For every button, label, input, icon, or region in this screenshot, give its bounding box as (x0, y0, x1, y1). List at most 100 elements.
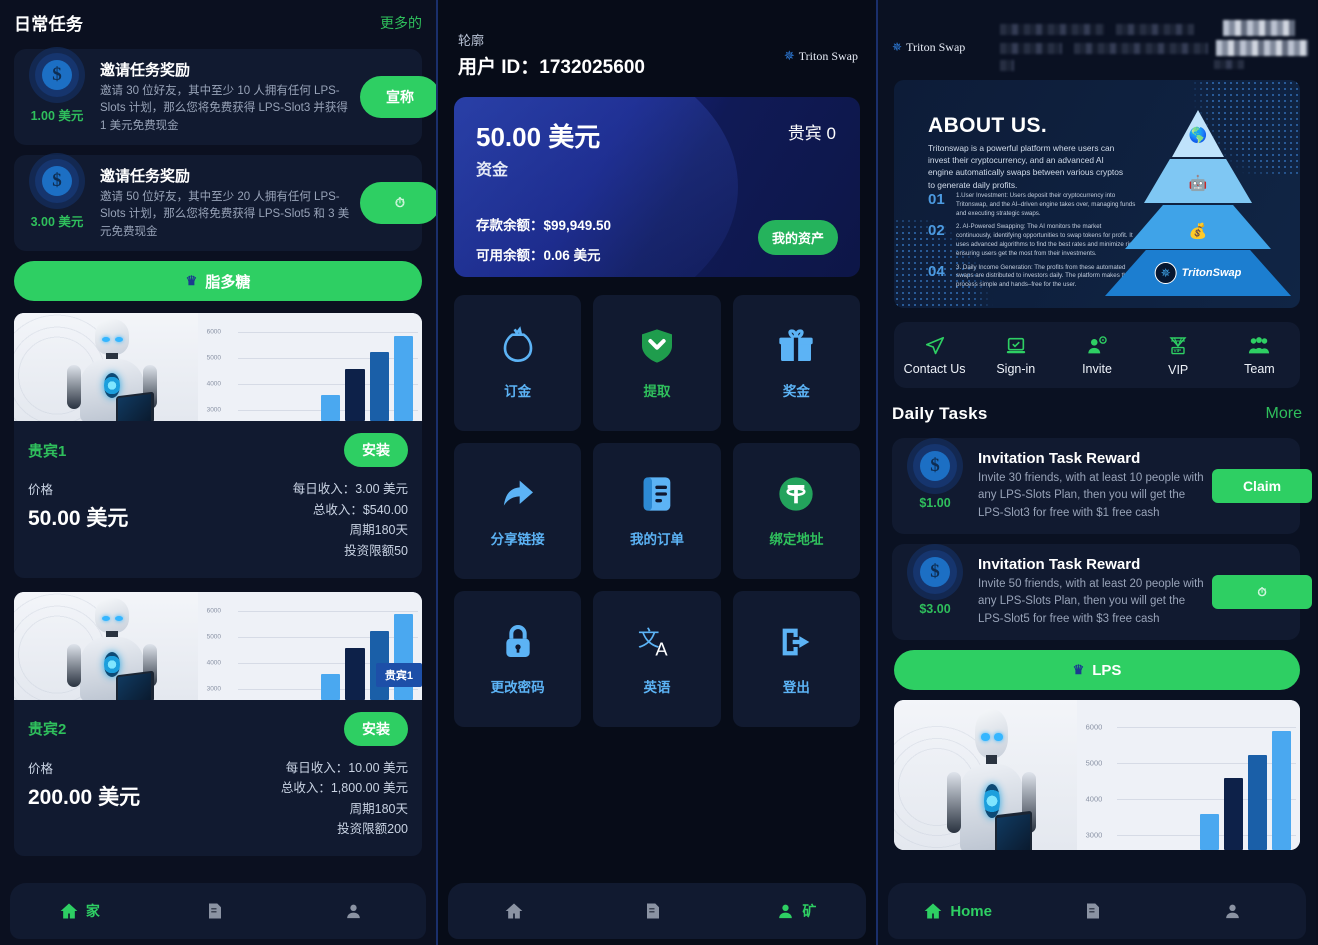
daily-tasks-header-en: Daily Tasks More (878, 388, 1316, 432)
plan-price-block: 价格 200.00 美元 (28, 758, 140, 841)
nav-item-profile[interactable] (1167, 901, 1306, 921)
menu-item-bind-address[interactable]: 绑定地址 (732, 443, 860, 579)
middle-phone-panel: 轮廓 用户 ID：1732025600 ✵ Triton Swap 50.00 … (438, 0, 878, 945)
task-title: Invitation Task Reward (978, 450, 1141, 468)
nav-item-profile[interactable] (287, 901, 426, 921)
trident-icon: ✵ (783, 48, 795, 63)
menu-label: 登出 (782, 680, 810, 695)
lps-button[interactable]: ♛ 脂多糖 (14, 261, 422, 301)
about-step: 01 1.User Investment: Users deposit thei… (928, 192, 1138, 218)
daily-tasks-more-link[interactable]: More (1266, 405, 1302, 423)
dollar-symbol: $ (42, 165, 72, 196)
robot-body (65, 319, 159, 421)
vip-diamond-icon: VIP (1169, 336, 1187, 354)
plan-stats: 每日收入：10.00 美元 总收入：1,800.00 美元 周期180天 投资限… (281, 758, 408, 841)
task-card[interactable]: $ $1.00 Invitation Task Reward Invite 30… (892, 438, 1312, 534)
brand-name: Triton Swap (906, 40, 966, 54)
laptop-icon (115, 670, 154, 700)
nav-label-profile: 矿 (802, 903, 817, 919)
invite-person-icon (1088, 335, 1107, 353)
money-bag-icon: 💰 (1188, 223, 1208, 240)
redacted-text-block (1000, 60, 1014, 71)
chart-bar (345, 369, 365, 421)
daily-tasks-more-link[interactable]: 更多的 (380, 13, 422, 33)
about-title: ABOUT US. (928, 114, 1048, 137)
redacted-text-block (1216, 40, 1308, 56)
step-number: 01 (928, 191, 945, 208)
dollar-symbol: $ (920, 451, 950, 481)
quick-action-sign-in[interactable]: Sign-in (975, 335, 1056, 376)
nav-item-orders[interactable] (587, 901, 726, 921)
robot-body (945, 709, 1039, 850)
menu-item-my-orders[interactable]: 我的订单 (593, 443, 721, 579)
total-income: 总收入：1,800.00 美元 (280, 781, 408, 796)
nav-item-home[interactable] (448, 901, 587, 921)
nav-item-orders[interactable] (149, 901, 288, 921)
daily-tasks-header-cn: 日常任务 更多的 (0, 0, 436, 43)
y-tick: 5000 (206, 354, 222, 362)
my-assets-button[interactable]: 我的资产 (757, 220, 838, 255)
robot-eye-right (114, 615, 124, 621)
document-icon (1087, 903, 1100, 919)
timer-button[interactable]: ⏱ (1212, 575, 1312, 609)
lps-button-label: 脂多糖 (205, 273, 251, 291)
menu-grid: 订金 提取 奖金 分享链接 我的订单 绑定地址 更改密码 文 A 英语 登出 (454, 295, 860, 727)
quick-action-invite[interactable]: Invite (1056, 335, 1137, 376)
quick-action-contact-us[interactable]: Contact Us (894, 335, 975, 376)
chart-bars (321, 328, 414, 421)
bottom-navigation: 矿 (448, 883, 866, 939)
redacted-text-block (1214, 60, 1244, 69)
quick-action-team[interactable]: Team (1219, 335, 1300, 376)
chart-bar (345, 647, 365, 700)
right-phone-panel: ✵ Triton Swap ABOUT US. Tritonswap is a … (878, 0, 1316, 945)
plan-card[interactable]: 6000 5000 4000 3000 (894, 700, 1300, 850)
robot-head (94, 597, 129, 634)
chart-bar (393, 614, 414, 700)
pyramid-graphic: 🌎 🤖 💰 ✵ TritonSwap (1105, 110, 1291, 296)
robot-arm-left (946, 772, 961, 833)
plan-stats: 每日收入：3.00 美元 总收入：$540.00 周期180天 投资限额50 (293, 479, 408, 562)
claim-button[interactable]: 宣称 (360, 76, 436, 118)
menu-item-deposit[interactable]: 订金 (454, 295, 582, 431)
dollar-coin-icon: $ (35, 158, 79, 203)
task-card[interactable]: $ $3.00 Invitation Task Reward Invite 50… (892, 544, 1312, 640)
home-icon (60, 903, 78, 919)
plan-header-row: 贵宾1 安装 (28, 433, 408, 467)
plan-card[interactable]: 6000 5000 4000 3000 贵宾1 贵宾2 安装 价格 200.00… (14, 591, 422, 857)
investment-limit: 投资限额200 (337, 822, 408, 837)
menu-item-change-password[interactable]: 更改密码 (454, 591, 582, 727)
timer-button[interactable]: ⏱ (360, 182, 436, 224)
quick-action-vip[interactable]: VIP VIP (1138, 334, 1219, 377)
nav-item-home[interactable]: 家 (10, 901, 149, 921)
task-coin-wrap: $ $3.00 (892, 550, 978, 616)
menu-item-logout[interactable]: 登出 (732, 591, 860, 727)
menu-label: 绑定地址 (769, 532, 824, 547)
install-button[interactable]: 安装 (344, 711, 408, 746)
claim-button[interactable]: Claim (1212, 469, 1312, 503)
lps-button[interactable]: ♛ LPS (894, 650, 1300, 690)
task-card[interactable]: $ 1.00 美元 邀请任务奖励 邀请 30 位好友，其中至少 10 人拥有任何… (14, 49, 436, 145)
document-icon (208, 903, 221, 919)
menu-item-share-link[interactable]: 分享链接 (454, 443, 582, 579)
redacted-header: ✵ Triton Swap (878, 0, 1316, 80)
plan-info: 贵宾2 安装 价格 200.00 美元 每日收入：10.00 美元 总收入：1,… (14, 700, 422, 857)
plan-banner: 6000 5000 4000 3000 (14, 313, 422, 421)
robot-body (65, 597, 159, 700)
y-tick: 6000 (206, 607, 222, 615)
robot-head (974, 709, 1009, 758)
menu-item-withdraw[interactable]: 提取 (593, 295, 721, 431)
chart-bar (1223, 777, 1243, 850)
install-button[interactable]: 安装 (344, 433, 408, 467)
menu-item-bonus[interactable]: 奖金 (732, 295, 860, 431)
plan-card[interactable]: 6000 5000 4000 3000 贵宾1 安装 价格 50.00 美元 每… (14, 313, 422, 578)
y-tick: 3000 (206, 406, 222, 414)
nav-item-orders[interactable] (1027, 901, 1166, 921)
nav-item-profile[interactable]: 矿 (727, 901, 866, 921)
task-card[interactable]: $ 3.00 美元 邀请任务奖励 邀请 50 位好友，其中至少 20 人拥有任何… (14, 155, 436, 251)
about-step: 04 3. Daily Income Generation: The profi… (928, 263, 1138, 290)
menu-item-language[interactable]: 文A 英语 (593, 591, 721, 727)
about-us-banner: ABOUT US. Tritonswap is a powerful platf… (894, 80, 1300, 308)
task-description: Invite 50 friends, with at least 20 peop… (978, 578, 1204, 625)
plan-banner: 6000 5000 4000 3000 贵宾1 (14, 591, 422, 700)
nav-item-home[interactable]: Home (888, 901, 1027, 921)
